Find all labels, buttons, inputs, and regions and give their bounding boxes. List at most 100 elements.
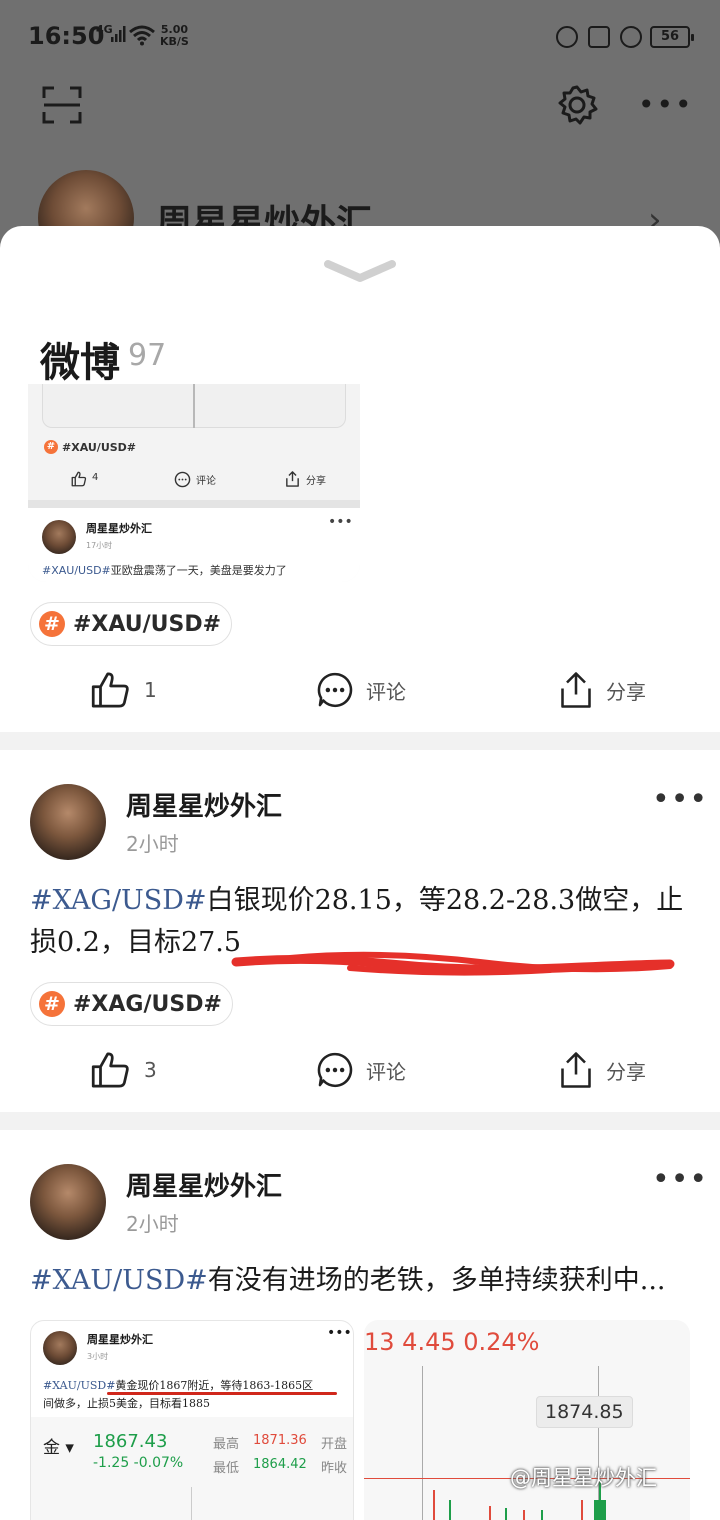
image-text-1: 黄金现价1867附近，等待1863-1865区 bbox=[115, 1379, 314, 1392]
image-topic: #XAU/USD# bbox=[43, 1379, 116, 1392]
comment-button[interactable]: 评论 bbox=[316, 660, 406, 720]
share-icon bbox=[286, 471, 299, 487]
post-image[interactable]: # #XAU/USD# 4 评论 分享 周星星炒外汇 17小时 ••• #XAU… bbox=[28, 384, 360, 582]
low-label: 最低 bbox=[213, 1461, 240, 1476]
post-divider bbox=[0, 732, 720, 750]
more-options-icon[interactable]: ••• bbox=[638, 91, 694, 119]
post-time: 2小时 bbox=[126, 1212, 179, 1236]
section-title: 微博 bbox=[40, 340, 120, 386]
embedded-text: #XAU/USD#亚欧盘震荡了一天，美盘是要发力了 bbox=[42, 562, 287, 578]
share-label: 分享 bbox=[606, 1059, 646, 1084]
embedded-share-label: 分享 bbox=[306, 476, 326, 487]
post-image[interactable]: 周星星炒外汇 3小时 ••• #XAU/USD#黄金现价1867附近，等待186… bbox=[30, 1320, 354, 1520]
alarm-icon bbox=[620, 26, 642, 48]
embedded-author: 周星星炒外汇 bbox=[86, 522, 152, 535]
hashtag-icon: # bbox=[39, 991, 65, 1017]
more-icon: ••• bbox=[327, 1325, 352, 1341]
weibo-sheet: 微博 97 # #XAU/USD# 4 评论 分享 周星星炒外汇 17小时 ••… bbox=[0, 226, 720, 1520]
chart-header: 13 4.45 0.24% bbox=[364, 1328, 540, 1356]
quote-change: -1.25 -0.07% bbox=[93, 1455, 184, 1471]
network-speed: 5.00 KB/S bbox=[160, 24, 189, 48]
post-text: #XAU/USD#有没有进场的老铁，多单持续获利中... bbox=[30, 1260, 690, 1302]
post-body: 有没有进场的老铁，多单持续获利中... bbox=[207, 1265, 666, 1296]
prev-close-label: 昨收 bbox=[321, 1461, 348, 1476]
like-button[interactable]: 1 bbox=[90, 660, 157, 720]
embedded-post: 周星星炒外汇 17小时 ••• #XAU/USD#亚欧盘震荡了一天，美盘是要发力… bbox=[28, 508, 360, 582]
comment-icon bbox=[174, 471, 191, 488]
embedded-image-fragment bbox=[42, 384, 346, 428]
hashtag-icon: # bbox=[44, 440, 58, 454]
share-button[interactable]: 分享 bbox=[558, 660, 646, 720]
post-topic-link[interactable]: #XAG/USD# bbox=[30, 885, 207, 916]
more-icon[interactable]: ••• bbox=[652, 785, 708, 815]
thumbs-up-icon bbox=[91, 672, 129, 708]
post-actions: 3 评论 分享 bbox=[0, 1040, 720, 1100]
clock: 16:50 bbox=[28, 22, 105, 50]
post-topic-link[interactable]: #XAU/USD# bbox=[30, 1265, 208, 1296]
vibrate-icon bbox=[588, 26, 610, 48]
topic-chip-label: #XAG/USD# bbox=[73, 991, 222, 1017]
embedded-comment-label: 评论 bbox=[196, 476, 216, 487]
divider bbox=[28, 500, 360, 508]
more-icon: ••• bbox=[328, 514, 353, 530]
open-label: 开盘 bbox=[321, 1437, 348, 1452]
data-saver-icon bbox=[556, 26, 578, 48]
post-divider bbox=[0, 1112, 720, 1130]
post-actions: 1 评论 分享 bbox=[0, 660, 720, 720]
embedded-like-count: 4 bbox=[92, 472, 99, 483]
thumbs-up-icon bbox=[91, 1052, 129, 1088]
share-label: 分享 bbox=[606, 679, 646, 704]
red-scribble bbox=[231, 951, 675, 976]
embedded-topic-tag: # #XAU/USD# bbox=[44, 440, 136, 454]
image-text-line2: 间做多，止损5美金，目标看1885 bbox=[43, 1397, 210, 1410]
like-count: 1 bbox=[144, 678, 157, 702]
like-icon bbox=[71, 471, 87, 487]
comment-label: 评论 bbox=[366, 1059, 406, 1084]
low-value: 1864.42 bbox=[253, 1457, 307, 1472]
embedded-topic: #XAU/USD# bbox=[42, 564, 111, 577]
hashtag-icon: # bbox=[39, 611, 65, 637]
avatar[interactable] bbox=[30, 1164, 106, 1240]
asset-selector: 金 ▾ bbox=[43, 1438, 74, 1458]
status-bar: 16:50 4G 5.00 KB/S 56 bbox=[0, 0, 720, 72]
embedded-body: 亚欧盘震荡了一天，美盘是要发力了 bbox=[110, 564, 287, 577]
topic-chip[interactable]: # #XAG/USD# bbox=[30, 982, 233, 1026]
like-count: 3 bbox=[144, 1058, 157, 1082]
speed-unit: KB/S bbox=[160, 35, 189, 48]
topic-chip[interactable]: # #XAU/USD# bbox=[30, 602, 233, 646]
post-author[interactable]: 周星星炒外汇 bbox=[126, 786, 282, 823]
embedded-tag-text: #XAU/USD# bbox=[62, 440, 137, 454]
chart-gridline bbox=[191, 1487, 192, 1520]
quote-price: 1867.43 bbox=[93, 1431, 168, 1452]
post-count: 97 bbox=[128, 338, 167, 373]
share-button[interactable]: 分享 bbox=[558, 1040, 646, 1100]
more-icon[interactable]: ••• bbox=[652, 1165, 708, 1195]
settings-gear-icon[interactable] bbox=[556, 84, 598, 126]
battery-indicator: 56 bbox=[650, 26, 694, 48]
comment-icon bbox=[317, 1052, 353, 1088]
signal-icon bbox=[111, 26, 126, 42]
share-icon bbox=[561, 672, 591, 708]
share-icon bbox=[561, 1052, 591, 1088]
embedded-actions: 4 评论 分享 bbox=[28, 466, 360, 496]
high-value: 1871.36 bbox=[253, 1433, 307, 1448]
post-author[interactable]: 周星星炒外汇 bbox=[126, 1166, 282, 1203]
collapse-handle-icon[interactable] bbox=[322, 256, 398, 286]
high-label: 最高 bbox=[213, 1437, 240, 1452]
comment-button[interactable]: 评论 bbox=[316, 1040, 406, 1100]
price-tooltip: 1874.85 bbox=[536, 1396, 633, 1428]
watermark: @周星星炒外汇 bbox=[510, 1466, 657, 1490]
avatar bbox=[42, 520, 76, 554]
image-text-line1: #XAU/USD#黄金现价1867附近，等待1863-1865区 bbox=[43, 1377, 313, 1393]
topic-chip-label: #XAU/USD# bbox=[73, 611, 222, 637]
like-button[interactable]: 3 bbox=[90, 1040, 157, 1100]
embedded-time: 17小时 bbox=[86, 541, 113, 550]
scan-icon[interactable] bbox=[42, 86, 82, 124]
wifi-icon bbox=[129, 25, 155, 46]
image-author: 周星星炒外汇 bbox=[87, 1333, 153, 1346]
comment-label: 评论 bbox=[366, 679, 406, 704]
image-time: 3小时 bbox=[87, 1352, 109, 1361]
avatar[interactable] bbox=[30, 784, 106, 860]
quote-panel: 金 ▾ 1867.43 -1.25 -0.07% 最高 1871.36 开盘 最… bbox=[31, 1417, 353, 1520]
avatar bbox=[43, 1331, 77, 1365]
